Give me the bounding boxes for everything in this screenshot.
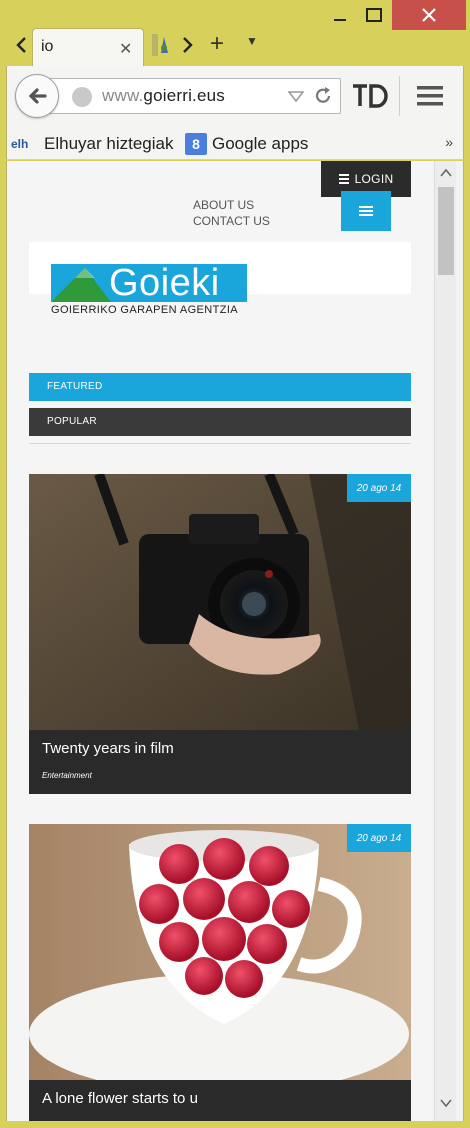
camera-photo-illustration xyxy=(29,474,411,730)
bookmark-label: Google apps xyxy=(212,134,309,153)
tab-close-icon[interactable]: ✕ xyxy=(119,39,132,59)
scroll-up-icon[interactable] xyxy=(439,167,453,179)
scroll-down-icon[interactable] xyxy=(439,1097,453,1109)
reload-icon[interactable] xyxy=(312,85,334,107)
logo-band: Goieki xyxy=(51,262,247,304)
post-date: 20 ago 14 xyxy=(347,824,411,852)
scrollbar-thumb[interactable] xyxy=(438,187,454,275)
tab-favicon-icon[interactable] xyxy=(152,34,174,56)
maximize-icon xyxy=(366,8,382,22)
close-icon xyxy=(422,8,436,22)
section-divider xyxy=(29,443,411,444)
post-category[interactable]: Entertainment xyxy=(42,771,92,780)
minimize-button[interactable] xyxy=(320,0,360,30)
bookmark-label: Elhuyar hiztegiak xyxy=(44,134,174,153)
camera-photo[interactable] xyxy=(29,474,411,730)
menu-toggle-button[interactable] xyxy=(341,191,391,231)
web-viewport: LOGIN ABOUT US CONTACT US Goieki GOIERRI… xyxy=(6,161,464,1121)
login-label: LOGIN xyxy=(354,172,394,186)
bookmark-google-apps[interactable]: 8 Google apps xyxy=(185,132,308,156)
google-apps-icon: 8 xyxy=(185,133,207,155)
elhuyar-icon: elh xyxy=(11,137,29,151)
bookmarks-bar: elh Elhuyar hiztegiak 8 Google apps » xyxy=(6,128,464,160)
bookmarks-overflow-icon[interactable]: » xyxy=(445,134,453,150)
navbar-divider xyxy=(399,76,400,116)
post-title[interactable]: A lone flower starts to u xyxy=(42,1090,198,1107)
web-page: LOGIN ABOUT US CONTACT US Goieki GOIERRI… xyxy=(7,161,433,1121)
address-bar[interactable]: www.goierri.eus xyxy=(41,78,341,114)
post-date: 20 ago 14 xyxy=(347,474,411,502)
post-card[interactable]: 20 ago 14 A lone flower starts to u xyxy=(29,824,411,1121)
tab-scroll-left-icon[interactable] xyxy=(12,34,32,56)
logo-container: Goieki GOIERRIKO GARAPEN AGENTZIA xyxy=(29,242,411,316)
site-logo[interactable]: Goieki GOIERRIKO GARAPEN AGENTZIA xyxy=(51,262,247,316)
minimize-icon xyxy=(334,19,346,21)
vertical-scrollbar[interactable] xyxy=(434,161,456,1121)
browser-navbar: www.goierri.eus xyxy=(6,66,464,128)
globe-icon xyxy=(72,87,92,107)
post-title[interactable]: Twenty years in film xyxy=(42,740,174,757)
raspberries-photo-illustration xyxy=(29,824,411,1080)
bookmark-elhuyar[interactable]: elh Elhuyar hiztegiak xyxy=(11,132,173,156)
maximize-button[interactable] xyxy=(356,0,392,30)
url-dropdown-icon[interactable] xyxy=(288,89,304,103)
url-text[interactable]: www.goierri.eus xyxy=(102,86,225,106)
tab-featured[interactable]: FEATURED xyxy=(29,373,411,401)
hamburger-icon xyxy=(359,204,373,218)
close-window-button[interactable] xyxy=(392,0,466,30)
browser-menu-icon[interactable] xyxy=(417,84,443,108)
translator-extension-icon[interactable] xyxy=(351,80,391,112)
tab-active[interactable]: io ✕ xyxy=(32,28,144,66)
mountain-icon xyxy=(51,268,111,302)
logo-tagline: GOIERRIKO GARAPEN AGENTZIA xyxy=(51,304,239,316)
post-card[interactable]: 20 ago 14 Twenty years in film Entertain… xyxy=(29,474,411,794)
contact-us-link[interactable]: CONTACT US xyxy=(193,213,270,229)
post-caption: Twenty years in film Entertainment xyxy=(29,730,411,794)
back-button[interactable] xyxy=(15,74,59,118)
back-arrow-icon xyxy=(28,88,47,104)
logo-wordmark: Goieki xyxy=(109,262,220,304)
new-tab-icon[interactable]: + xyxy=(210,30,224,58)
tab-list-icon[interactable]: ▼ xyxy=(246,34,258,48)
tab-popular[interactable]: POPULAR xyxy=(29,408,411,436)
hamburger-icon xyxy=(338,172,349,186)
window-titlebar: io ✕ + ▼ xyxy=(0,0,470,66)
top-links: ABOUT US CONTACT US xyxy=(193,197,270,229)
post-caption: A lone flower starts to u xyxy=(29,1080,411,1121)
tab-title: io xyxy=(41,38,54,55)
raspberries-photo[interactable] xyxy=(29,824,411,1080)
tab-scroll-right-icon[interactable] xyxy=(180,34,196,56)
about-us-link[interactable]: ABOUT US xyxy=(193,197,270,213)
